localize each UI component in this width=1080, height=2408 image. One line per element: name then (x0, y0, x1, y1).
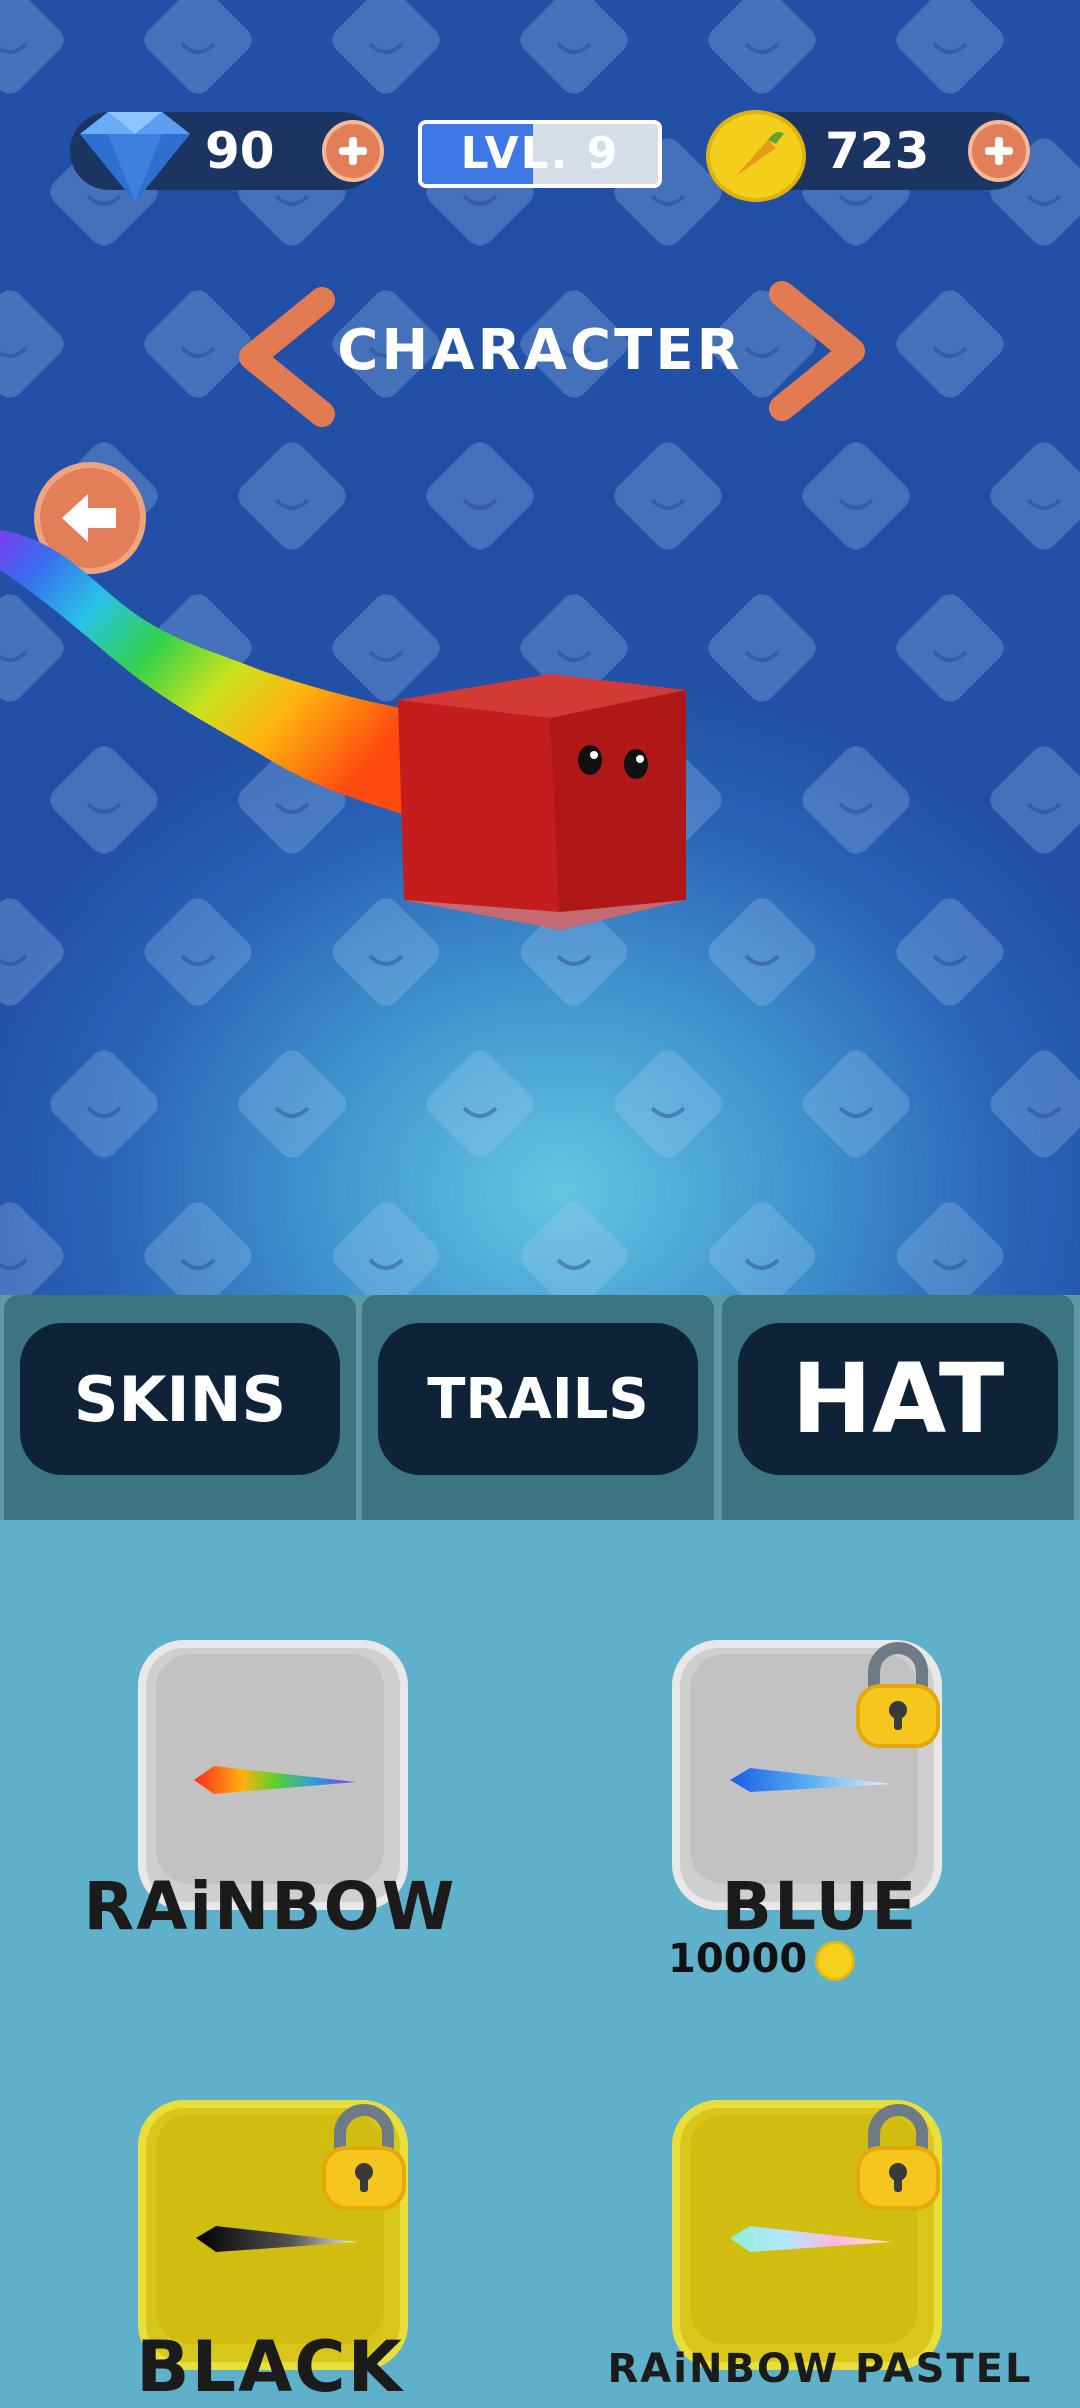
padlock-icon (322, 2104, 406, 2210)
chevron-right-icon[interactable] (752, 276, 882, 426)
pattern-diamond (0, 290, 64, 398)
pattern-diamond (614, 442, 722, 550)
add-coins-plus-icon[interactable] (968, 120, 1030, 182)
pattern-diamond (896, 0, 1004, 94)
pattern-diamond (144, 0, 252, 94)
page-title: CHARACTER (337, 318, 743, 383)
pattern-diamond (990, 746, 1080, 854)
pattern-diamond (144, 1202, 252, 1295)
pattern-diamond (238, 1050, 346, 1158)
pattern-diamond (0, 0, 64, 94)
gem-count: 90 (205, 122, 275, 180)
item-name-black: BLACK (136, 2326, 404, 2408)
tab-hat-label: HAT (738, 1323, 1058, 1475)
pattern-diamond (50, 1050, 158, 1158)
diamond-icon (80, 112, 190, 202)
padlock-icon (856, 2104, 940, 2210)
coin-icon (706, 110, 806, 202)
pattern-diamond (896, 1202, 1004, 1295)
pattern-diamond (708, 898, 816, 1006)
tab-skins-label: SKINS (20, 1323, 340, 1475)
tab-hat[interactable]: HAT (722, 1295, 1074, 1520)
padlock-icon (856, 1642, 940, 1748)
pattern-diamond (426, 1050, 534, 1158)
pattern-diamond (802, 746, 910, 854)
rainbow-trail-icon (194, 1766, 356, 1794)
red-cube-character (398, 674, 686, 930)
pattern-diamond (802, 1050, 910, 1158)
coin-icon (815, 1941, 856, 1981)
item-name-blue: BLUE (721, 1868, 919, 1945)
pattern-diamond (332, 0, 440, 94)
item-name-rainbow: RAiNBOW (83, 1868, 457, 1945)
pattern-diamond (520, 1202, 628, 1295)
pattern-diamond (896, 898, 1004, 1006)
black-trail-icon (196, 2226, 358, 2252)
level-label: LVL. 9 (460, 128, 620, 179)
pattern-diamond (990, 1050, 1080, 1158)
blue-trail-icon (730, 1768, 892, 1792)
pattern-diamond (708, 594, 816, 702)
item-name-rainbow-pastel: RAiNBOW PASTEL (607, 2346, 1033, 2392)
pattern-diamond (520, 0, 628, 94)
pastel-trail-icon (730, 2226, 892, 2252)
pattern-diamond (0, 898, 64, 1006)
coin-count: 723 (825, 122, 930, 180)
pattern-diamond (144, 898, 252, 1006)
pattern-diamond (708, 0, 816, 94)
level-progress-bar: LVL. 9 (418, 120, 662, 188)
item-price-blue: 10000 (668, 1936, 856, 1982)
pattern-diamond (614, 1050, 722, 1158)
tab-trails[interactable]: TRAILS (362, 1295, 714, 1520)
pattern-diamond (896, 594, 1004, 702)
item-price-value: 10000 (668, 1936, 808, 1982)
rainbow-trail (0, 530, 420, 820)
pattern-diamond (802, 442, 910, 550)
tab-trails-label: TRAILS (378, 1323, 698, 1475)
add-gems-plus-icon[interactable] (322, 120, 384, 182)
category-tabs: SKINS TRAILS HAT (0, 1295, 1080, 1520)
pattern-diamond (0, 1202, 64, 1295)
pattern-diamond (708, 1202, 816, 1295)
pattern-diamond (332, 1202, 440, 1295)
character-preview-scene: 90 LVL. 9 723 CHARACTER (0, 0, 1080, 1295)
tab-skins[interactable]: SKINS (4, 1295, 356, 1520)
pattern-diamond (990, 442, 1080, 550)
pattern-diamond (896, 290, 1004, 398)
